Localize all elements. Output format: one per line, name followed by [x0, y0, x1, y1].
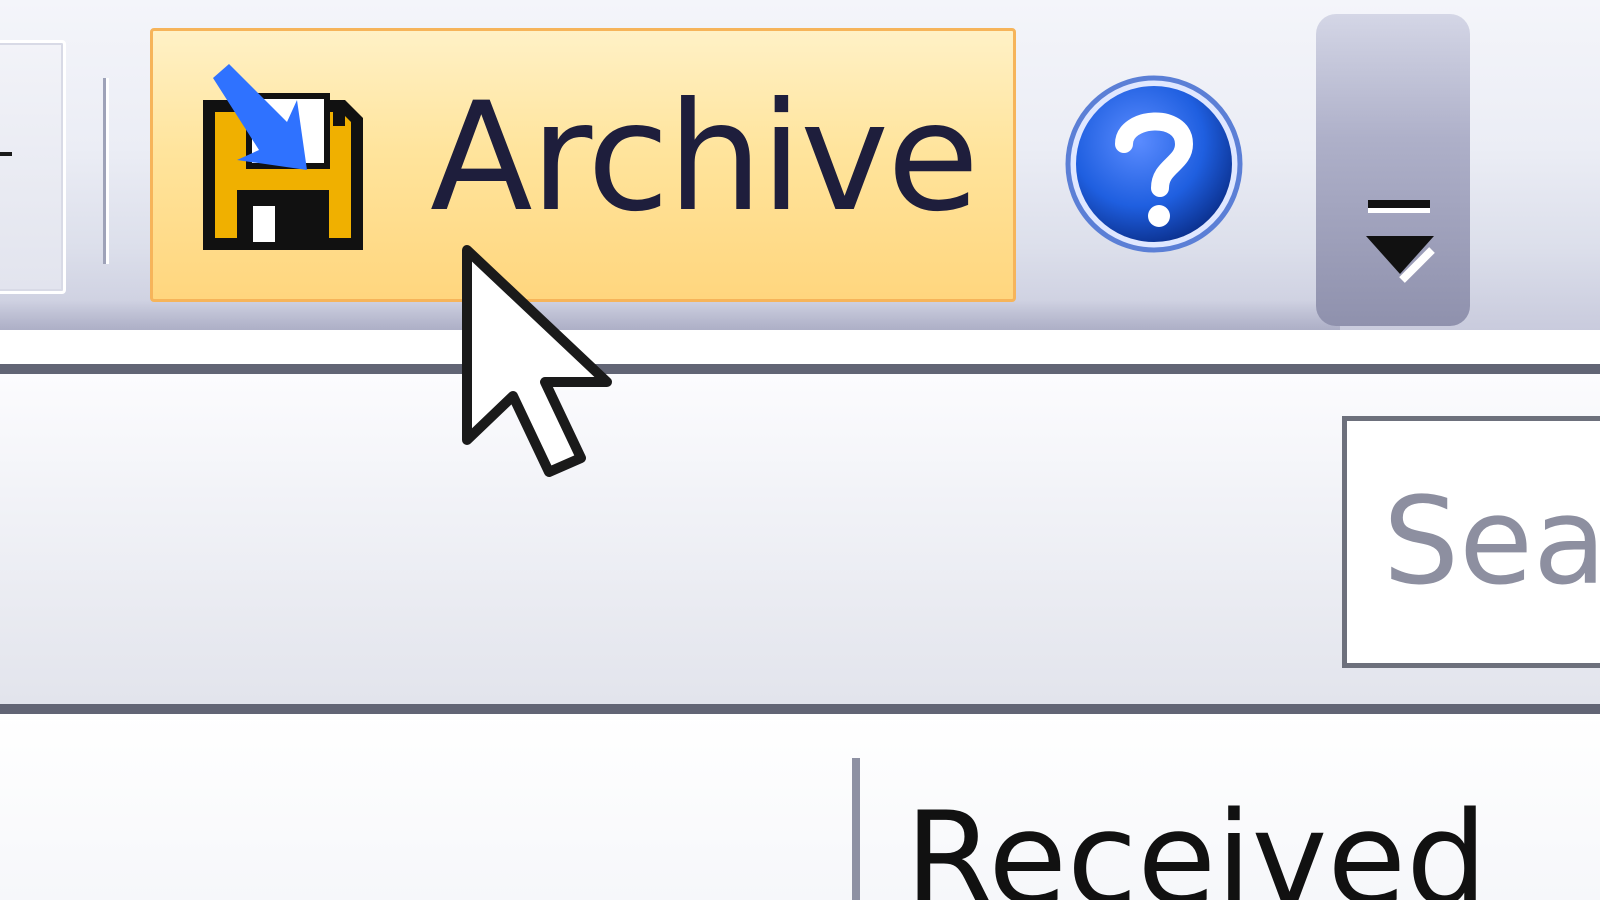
toolbar-overflow-chevron-icon [1366, 200, 1435, 283]
search-input[interactable] [1342, 416, 1600, 668]
previous-toolbar-button[interactable] [0, 40, 66, 294]
toolbar-separator [103, 78, 109, 264]
floppy-disk-save-icon [203, 64, 363, 250]
toolbar-divider [0, 364, 1600, 374]
archive-button-label: Archive [430, 71, 979, 245]
column-separator[interactable] [852, 758, 860, 900]
dropdown-dash-icon [0, 152, 12, 156]
column-header-received[interactable]: Received [905, 790, 1487, 900]
search-band-divider [0, 704, 1600, 714]
mail-window-fragment: Archive Received [0, 0, 1600, 900]
toolbar-shade [0, 300, 1340, 330]
help-question-icon[interactable] [1062, 72, 1247, 257]
